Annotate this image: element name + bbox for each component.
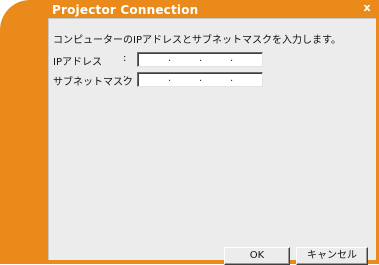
- ok-button[interactable]: OK: [224, 247, 290, 265]
- window-title: Projector Connection: [52, 3, 199, 17]
- close-button[interactable]: x: [361, 2, 373, 14]
- ip-address-colon: :: [123, 53, 127, 64]
- ip-address-input[interactable]: . . .: [137, 52, 263, 67]
- ip-address-label: IPアドレス: [53, 57, 102, 68]
- subnet-mask-label: サブネットマスク: [53, 77, 133, 88]
- subnet-dot-1: .: [168, 73, 172, 84]
- subnet-mask-input[interactable]: . . .: [137, 72, 263, 87]
- subnet-dot-2: .: [199, 73, 203, 84]
- projector-connection-dialog: Projector Connection x コンピューターのIPアドレスとサブ…: [0, 0, 379, 265]
- ip-dot-3: .: [230, 53, 234, 64]
- ip-dot-2: .: [199, 53, 203, 64]
- cancel-button[interactable]: キャンセル: [296, 247, 368, 265]
- subnet-dot-3: .: [230, 73, 234, 84]
- ip-dot-1: .: [168, 53, 172, 64]
- subnet-mask-colon: :: [123, 73, 127, 84]
- instruction-text: コンピューターのIPアドレスとサブネットマスクを入力します。: [53, 35, 341, 46]
- dialog-content: コンピューターのIPアドレスとサブネットマスクを入力します。 IPアドレス : …: [48, 18, 376, 265]
